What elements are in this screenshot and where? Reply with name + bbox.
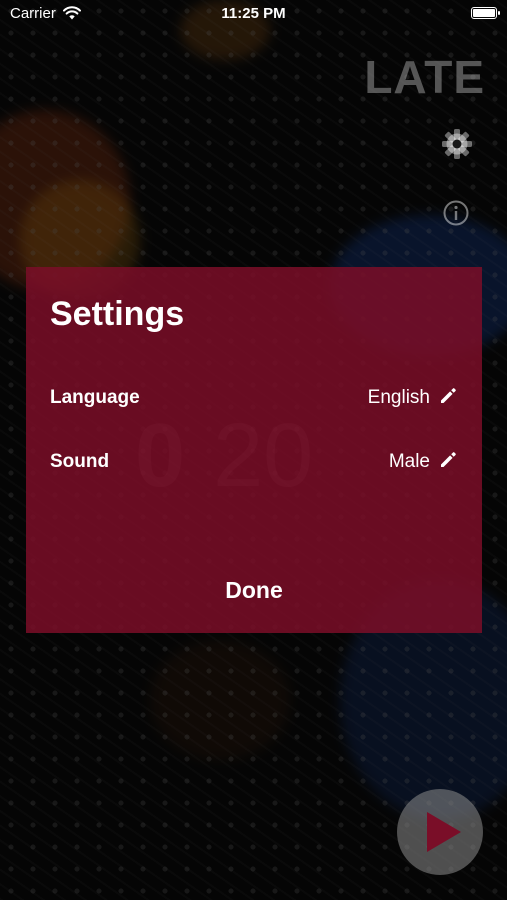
sound-label: Sound bbox=[50, 451, 110, 472]
language-row[interactable]: Language English bbox=[50, 383, 458, 413]
language-value: English bbox=[367, 387, 430, 408]
status-bar: Carrier 11:25 PM bbox=[0, 0, 507, 28]
settings-title: Settings bbox=[50, 295, 185, 333]
pencil-icon[interactable] bbox=[438, 386, 458, 406]
language-label: Language bbox=[50, 387, 140, 408]
play-button[interactable] bbox=[397, 789, 483, 875]
battery-icon bbox=[471, 7, 500, 19]
done-button[interactable]: Done bbox=[26, 577, 482, 604]
sound-value: Male bbox=[388, 451, 430, 472]
app-logo: LATE bbox=[364, 51, 485, 103]
play-icon bbox=[427, 812, 461, 852]
settings-dialog: Settings Language English Sound Male Don… bbox=[26, 267, 482, 633]
info-icon[interactable] bbox=[443, 200, 469, 226]
status-time: 11:25 PM bbox=[221, 5, 286, 22]
pencil-icon[interactable] bbox=[438, 450, 458, 470]
sound-row[interactable]: Sound Male bbox=[50, 447, 458, 477]
gear-icon[interactable] bbox=[441, 128, 473, 160]
